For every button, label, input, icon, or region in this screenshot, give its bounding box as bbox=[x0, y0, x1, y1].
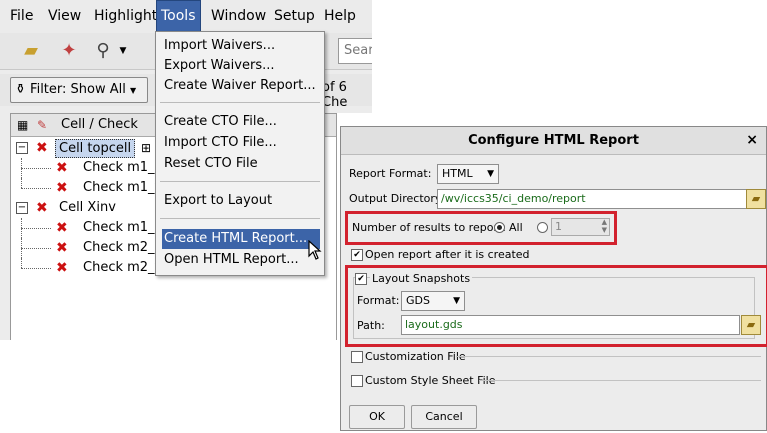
output-directory-input[interactable]: /wv/iccs35/ci_demo/report bbox=[437, 189, 747, 209]
menu-import-cto-file[interactable]: Import CTO File... bbox=[162, 133, 320, 153]
filter-icon: ⚱ bbox=[15, 82, 26, 97]
menu-window[interactable]: Window bbox=[207, 0, 270, 33]
customization-file-label: Customization File bbox=[365, 350, 466, 363]
separator-line bbox=[456, 356, 761, 357]
chevron-down-icon: ▼ bbox=[453, 296, 460, 306]
format-value: GDS bbox=[406, 294, 430, 307]
tree-line bbox=[21, 228, 51, 229]
count-value: 1 bbox=[555, 220, 562, 233]
check-count: of 6 Che bbox=[322, 80, 348, 110]
collapse-icon[interactable]: − bbox=[16, 142, 28, 154]
error-x-icon: ✖ bbox=[56, 260, 68, 276]
checks-icon: ✎ bbox=[37, 118, 48, 132]
folder-icon[interactable]: ▰ bbox=[741, 315, 761, 335]
layout-snapshots-label: Layout Snapshots bbox=[370, 272, 473, 285]
menu-export-to-layout[interactable]: Export to Layout bbox=[162, 191, 320, 211]
all-radio[interactable] bbox=[494, 222, 505, 233]
tree-header-label: Cell / Check bbox=[61, 117, 138, 132]
layout-snapshots-checkbox[interactable]: ✔ bbox=[355, 273, 367, 285]
tree-row-label: Cell topcell bbox=[55, 139, 136, 158]
error-x-icon: ✖ bbox=[56, 160, 68, 176]
menu-create-cto-file[interactable]: Create CTO File... bbox=[162, 112, 320, 132]
chevron-down-icon: ▼ bbox=[487, 169, 494, 179]
tree-row-label: Check m2_ bbox=[83, 240, 155, 255]
customization-file-checkbox[interactable] bbox=[351, 351, 363, 363]
folder-icon[interactable]: ▰ bbox=[746, 189, 766, 209]
chevron-down-icon: ▼ bbox=[130, 86, 137, 95]
menu-highlight[interactable]: Highlight bbox=[90, 0, 161, 33]
menu-export-waivers[interactable]: Export Waivers... bbox=[162, 56, 320, 76]
error-x-icon: ✖ bbox=[56, 180, 68, 196]
menu-create-html-report[interactable]: Create HTML Report... bbox=[162, 229, 320, 249]
grid-icon: ▦ bbox=[17, 118, 29, 132]
tree-line bbox=[21, 188, 51, 189]
all-radio-label: All bbox=[509, 221, 523, 234]
menu-separator bbox=[160, 218, 320, 219]
menu-file[interactable]: File bbox=[6, 0, 37, 33]
wand-icon[interactable]: ✦ bbox=[56, 38, 82, 64]
path-input[interactable]: layout.gds bbox=[401, 315, 740, 335]
menu-separator bbox=[160, 102, 320, 103]
menu-import-waivers[interactable]: Import Waivers... bbox=[162, 36, 320, 56]
tree-row-label: Check m1_ bbox=[83, 160, 155, 175]
configure-html-report-dialog: Configure HTML Report × Report Format: H… bbox=[340, 126, 767, 431]
tree-row-label: Check m1_ bbox=[83, 220, 155, 235]
tree-line bbox=[21, 268, 51, 269]
open-after-label: Open report after it is created bbox=[365, 248, 530, 261]
collapse-icon[interactable]: − bbox=[16, 202, 28, 214]
ok-button[interactable]: OK bbox=[349, 405, 405, 429]
custom-style-sheet-checkbox[interactable] bbox=[351, 375, 363, 387]
separator-line bbox=[479, 380, 761, 381]
filter-button[interactable]: ⚱ Filter: Show All ▼ bbox=[10, 77, 148, 103]
report-format-value: HTML bbox=[442, 167, 473, 180]
error-x-icon: ✖ bbox=[56, 240, 68, 256]
menu-create-waiver-report[interactable]: Create Waiver Report... bbox=[162, 76, 320, 96]
tree-line bbox=[21, 178, 23, 188]
search-input[interactable]: Sear bbox=[338, 38, 372, 64]
menu-reset-cto-file[interactable]: Reset CTO File bbox=[162, 154, 320, 174]
format-select[interactable]: GDS ▼ bbox=[401, 291, 465, 311]
menu-setup[interactable]: Setup bbox=[270, 0, 319, 33]
spinner-arrows-icon: ▲ ▼ bbox=[601, 218, 607, 234]
tree-line bbox=[21, 168, 51, 169]
menu-tools[interactable]: Tools bbox=[156, 0, 201, 33]
mouse-pointer-icon bbox=[308, 240, 322, 260]
menu-help[interactable]: Help bbox=[320, 0, 360, 33]
tree-line bbox=[21, 258, 23, 268]
open-after-checkbox[interactable]: ✔ bbox=[351, 249, 363, 261]
tree-row-label: Check m2_v bbox=[83, 260, 163, 275]
error-x-icon: ✖ bbox=[36, 200, 48, 216]
open-folder-icon[interactable]: ▰ bbox=[18, 38, 44, 64]
custom-style-sheet-label: Custom Style Sheet File bbox=[365, 374, 496, 387]
dialog-title: Configure HTML Report bbox=[341, 127, 766, 155]
count-spinbox[interactable]: 1 ▲ ▼ bbox=[551, 218, 610, 236]
tree-row-label: Cell Xinv bbox=[59, 200, 116, 215]
chevron-down-icon[interactable]: ▼ bbox=[110, 38, 136, 64]
report-format-label: Report Format: bbox=[349, 167, 432, 180]
cancel-button[interactable]: Cancel bbox=[411, 405, 477, 429]
menu-open-html-report[interactable]: Open HTML Report... bbox=[162, 250, 320, 270]
count-radio[interactable] bbox=[537, 222, 548, 233]
output-directory-label: Output Directory: bbox=[349, 192, 445, 205]
path-label: Path: bbox=[357, 319, 385, 332]
report-format-select[interactable]: HTML ▼ bbox=[437, 164, 499, 184]
close-icon[interactable]: × bbox=[746, 127, 758, 154]
tree-line bbox=[21, 248, 51, 249]
cell-icon: ⊞ bbox=[141, 141, 152, 155]
error-x-icon: ✖ bbox=[56, 220, 68, 236]
num-results-label: Number of results to report: bbox=[352, 221, 506, 234]
filter-label: Filter: Show All bbox=[30, 82, 126, 97]
menu-view[interactable]: View bbox=[44, 0, 85, 33]
menubar: File View Highlight Tools Window Setup H… bbox=[0, 0, 372, 33]
tools-menu: Import Waivers... Export Waivers... Crea… bbox=[155, 31, 325, 276]
error-x-icon: ✖ bbox=[36, 140, 48, 156]
format-label: Format: bbox=[357, 294, 400, 307]
tree-row-label: Check m1_v bbox=[83, 180, 163, 195]
menu-separator bbox=[160, 181, 320, 182]
